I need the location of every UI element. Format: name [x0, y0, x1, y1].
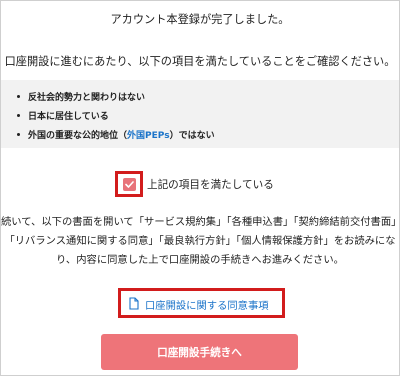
consent-link-highlight: 口座開設に関する同意事項: [118, 288, 285, 318]
foreign-peps-link[interactable]: 外国PEPs: [127, 131, 170, 141]
requirement-item: 外国の重要な公的地位（外国PEPs）ではない: [17, 128, 215, 141]
documents-paragraph-line: 続いて、以下の書面を開いて「サービス規約集」「各種申込書」「契約締結前交付書面」: [1, 216, 400, 228]
confirm-checkbox-highlight: [115, 171, 143, 197]
requirement-item: 日本に居住している: [17, 109, 109, 122]
requirement-item: 反社会的勢力と関わりはない: [17, 90, 145, 103]
bullet-icon: [17, 133, 20, 136]
requirement-text: 日本に居住している: [28, 112, 109, 122]
document-icon: [129, 297, 139, 310]
requirement-text-prefix: 外国の重要な公的地位（: [28, 131, 128, 141]
checkmark-icon: [125, 181, 134, 188]
documents-paragraph-line: 「リバランス通知に関する同意」「最良執行方針」「個人情報保護方針」をお読みにな: [4, 235, 396, 247]
consent-link[interactable]: 口座開設に関する同意事項: [145, 297, 269, 312]
bullet-icon: [17, 95, 20, 98]
completion-message: アカウント本登録が完了しました。: [110, 13, 290, 26]
requirement-text: 反社会的勢力と関わりはない: [28, 93, 146, 103]
page-container: アカウント本登録が完了しました。 口座開設に進むにあたり、以下の項目を満たしてい…: [0, 0, 400, 376]
bullet-icon: [17, 114, 20, 117]
confirm-checkbox[interactable]: [123, 178, 136, 191]
requirement-text-suffix: ）ではない: [169, 131, 215, 141]
requirements-box: 反社会的勢力と関わりはない 日本に居住している 外国の重要な公的地位（外国PEP…: [1, 80, 399, 148]
documents-paragraph-line: り、内容に同意した上で口座開設の手続きへお進みください。: [56, 254, 344, 266]
open-account-button[interactable]: 口座開設手続きへ: [101, 334, 298, 370]
confirmation-instruction: 口座開設に進むにあたり、以下の項目を満たしていることをご確認ください。: [4, 55, 396, 68]
confirm-checkbox-label[interactable]: 上記の項目を満たしている: [147, 177, 274, 192]
